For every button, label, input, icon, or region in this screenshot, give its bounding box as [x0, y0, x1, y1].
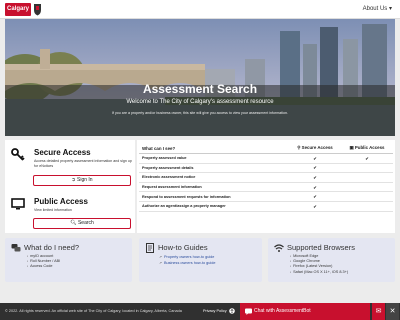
requirements-list: myID account Roll Number / ABI Access Co… — [27, 254, 60, 270]
public-check — [341, 163, 393, 174]
calgary-logo[interactable]: Calgary — [5, 3, 31, 16]
about-us-menu[interactable]: About Us ▾ — [363, 5, 392, 12]
table-header-row: What can I see? ⚲ Secure Access ▣ Public… — [139, 143, 393, 154]
chat-open-icon[interactable]: ✉ — [372, 303, 385, 320]
top-bar: Calgary About Us ▾ — [0, 0, 400, 19]
secure-check: ✔ — [289, 182, 341, 193]
search-icon: 🔍︎ — [70, 220, 77, 226]
row-label: Property assessed value — [139, 153, 289, 164]
col-public-header: ▣ Public Access — [341, 143, 393, 154]
wifi-icon — [274, 244, 284, 252]
table-row: Property assessed value ✔ ✔ — [139, 153, 393, 164]
supported-browsers-card: Supported Browsers Microsoft Edge Google… — [268, 238, 395, 282]
footer: © 2022. All rights reserved. An official… — [0, 303, 400, 320]
table-row: Authorize an agent/assign a property man… — [139, 201, 393, 212]
card-title: What do I need? — [24, 243, 80, 252]
sign-in-label: Sign In — [77, 177, 93, 183]
search-button[interactable]: 🔍︎ Search — [33, 218, 131, 229]
sign-in-icon: ➲ — [71, 177, 76, 183]
public-check — [341, 172, 393, 183]
public-access-description: View limited information — [34, 208, 72, 212]
table-row: Property assessment details ✔ — [139, 163, 393, 174]
table-row: Respond to assessment requests for infor… — [139, 191, 393, 202]
row-label: Property assessment details — [139, 163, 289, 174]
table-row: Request assessment information ✔ — [139, 182, 393, 193]
table-row: Electronic assessment notice ✔ — [139, 172, 393, 183]
business-owners-guide-link[interactable]: Business owners how-to guide — [159, 260, 216, 266]
about-us-label: About Us — [362, 6, 388, 12]
comparison-panel: What can I see? ⚲ Secure Access ▣ Public… — [137, 140, 395, 233]
col-secure-header: ⚲ Secure Access — [289, 143, 341, 154]
secure-check: ✔ — [289, 172, 341, 183]
col-question-header: What can I see? — [139, 143, 289, 154]
page-title: Assessment Search — [142, 82, 258, 96]
row-label: Request assessment information — [139, 182, 289, 193]
chat-bubbles-icon — [11, 244, 21, 252]
monitor-icon — [11, 198, 25, 210]
hero-banner: Assessment Search Welcome to The City of… — [5, 19, 395, 136]
list-item: Safari (Mac OS X 11+, iOS 8.3+) — [290, 270, 348, 275]
copyright-text: © 2022. All rights reserved. An official… — [5, 309, 182, 313]
accessibility-icon[interactable] — [229, 308, 235, 314]
comparison-table: What can I see? ⚲ Secure Access ▣ Public… — [139, 143, 393, 212]
secure-check: ✔ — [289, 191, 341, 202]
secure-check: ✔ — [289, 201, 341, 212]
public-check — [341, 191, 393, 202]
col-secure-label: Secure Access — [301, 145, 333, 150]
what-do-i-need-card: What do I need? myID account Roll Number… — [5, 238, 132, 282]
secure-check: ✔ — [289, 153, 341, 164]
card-title: How-to Guides — [158, 243, 208, 252]
access-panel: Secure Access Access detailed property a… — [5, 140, 135, 233]
hero-subtitle: Welcome to The City of Calgary's assessm… — [126, 99, 274, 105]
monitor-icon: ▣ — [349, 145, 354, 150]
card-title: Supported Browsers — [287, 243, 355, 252]
chat-bubble-icon — [245, 308, 252, 315]
row-label: Authorize an agent/assign a property man… — [139, 201, 289, 212]
key-icon: ⚲ — [297, 145, 301, 150]
chat-label: Chat with AssessmentBot — [254, 308, 311, 314]
sign-in-button[interactable]: ➲ Sign In — [33, 175, 131, 186]
public-access-title: Public Access — [34, 197, 88, 206]
secure-access-title: Secure Access — [34, 148, 91, 157]
list-item: Access Code — [27, 264, 60, 269]
how-to-guides-card: How-to Guides Property owners how-to gui… — [139, 238, 262, 282]
public-check — [341, 182, 393, 193]
hero-description: If you are a property and/or business ow… — [112, 111, 288, 115]
row-label: Respond to assessment requests for infor… — [139, 191, 289, 202]
public-check: ✔ — [341, 153, 393, 164]
guides-list: Property owners how-to guide Business ow… — [159, 254, 216, 266]
secure-access-description: Access detailed property assessment info… — [34, 159, 132, 168]
city-crest-icon — [34, 4, 41, 16]
key-icon — [11, 148, 25, 161]
close-icon[interactable]: ✕ — [386, 303, 399, 320]
secure-check: ✔ — [289, 163, 341, 174]
browsers-list: Microsoft Edge Google Chrome Firefox (La… — [290, 254, 348, 275]
row-label: Electronic assessment notice — [139, 172, 289, 183]
chevron-down-icon: ▾ — [388, 6, 392, 12]
col-public-label: Public Access — [354, 145, 385, 150]
public-check — [341, 201, 393, 212]
chat-with-bot-button[interactable]: Chat with AssessmentBot — [240, 303, 370, 320]
privacy-policy-link[interactable]: Privacy Policy — [203, 309, 227, 313]
search-label: Search — [77, 220, 94, 226]
document-icon — [146, 243, 154, 253]
